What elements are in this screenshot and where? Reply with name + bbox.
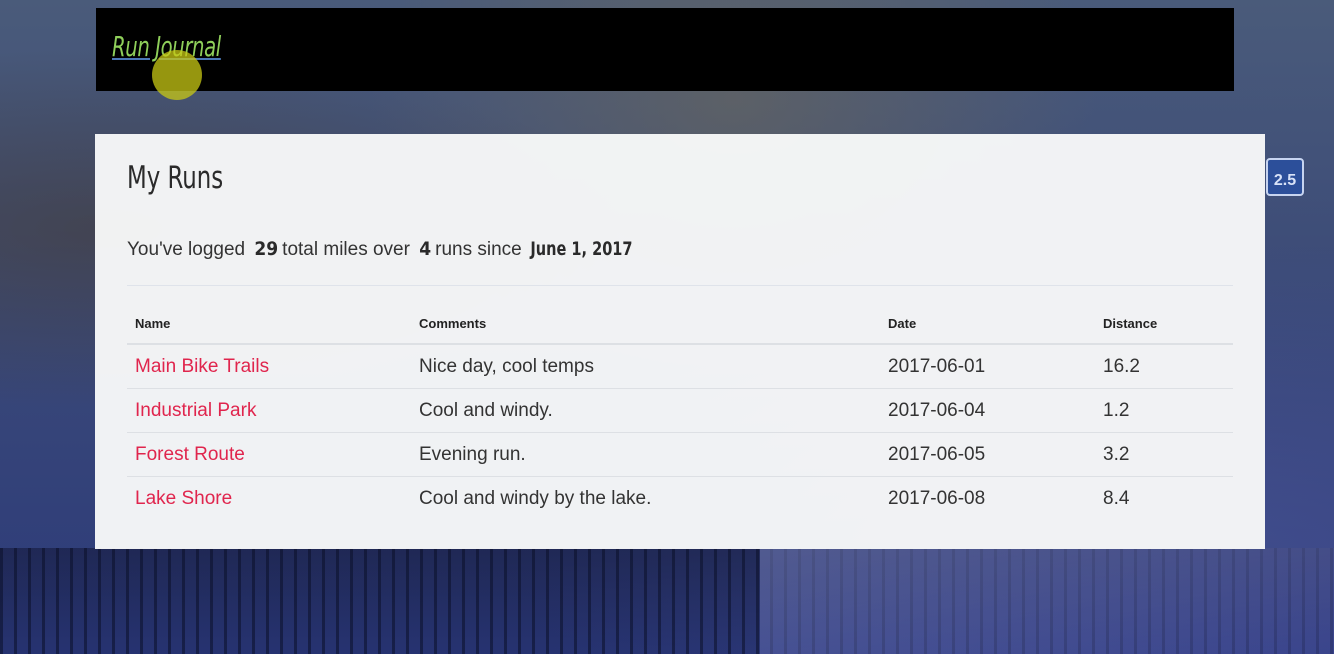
column-header-comments: Comments: [411, 312, 880, 345]
since-date: June 1, 2017: [530, 238, 633, 260]
column-header-name: Name: [127, 312, 411, 345]
column-header-distance: Distance: [1095, 312, 1233, 345]
table-header-row: Name Comments Date Distance: [127, 312, 1233, 345]
run-comments-cell: Cool and windy by the lake.: [419, 487, 652, 509]
table-row: Forest Route Evening run. 2017-06-05 3.2: [127, 432, 1233, 477]
table-row: Industrial Park Cool and windy. 2017-06-…: [127, 388, 1233, 433]
top-navbar: Run Journal: [96, 8, 1234, 91]
run-name-cell: Industrial Park: [127, 388, 411, 433]
run-date-cell: 2017-06-01: [880, 344, 1095, 389]
runs-table: Name Comments Date Distance Main Bike Tr…: [127, 312, 1233, 520]
mile-marker-sign: 2.5: [1266, 158, 1304, 196]
run-distance-cell: 8.4: [1103, 487, 1130, 509]
bridge-railing: [0, 548, 1334, 654]
run-distance-cell: 16.2: [1095, 344, 1233, 389]
run-count: 4: [419, 238, 432, 260]
run-comments-cell: Evening run.: [411, 432, 880, 477]
summary-runs-text: runs since: [435, 239, 522, 260]
run-date-cell: 2017-06-05: [880, 432, 1095, 477]
column-header-date: Date: [880, 312, 1095, 345]
run-name-cell: Main Bike Trails: [127, 344, 411, 389]
table-row: Main Bike Trails Nice day, cool temps 20…: [127, 344, 1233, 389]
section-divider: [127, 285, 1233, 286]
run-distance-cell: 3.2: [1095, 432, 1233, 477]
bridge-walkway: [760, 548, 1334, 654]
run-comments-cell: Cool and windy.: [411, 388, 880, 433]
brand-link[interactable]: Run Journal: [112, 30, 221, 63]
summary-prefix: You've logged: [127, 239, 246, 260]
run-name-cell: Forest Route: [127, 432, 411, 477]
run-date-cell: 2017-06-08: [888, 487, 986, 509]
table-row: Lake Shore Cool and windy by the lake. 2…: [127, 477, 1233, 521]
run-comments-cell: Nice day, cool temps: [411, 344, 880, 389]
run-name-link[interactable]: Forest Route: [135, 444, 245, 465]
runs-panel: My Runs You've logged 29 total miles over…: [95, 134, 1265, 549]
total-miles: 29: [254, 238, 279, 260]
run-name-link[interactable]: Main Bike Trails: [135, 356, 269, 377]
page-title: My Runs: [127, 160, 224, 196]
run-name-link[interactable]: Lake Shore: [135, 488, 232, 509]
run-name-cell: Lake Shore: [127, 477, 411, 521]
summary-miles-text: total miles over: [282, 239, 410, 260]
run-date-cell: 2017-06-04: [880, 388, 1095, 433]
runs-summary: You've logged 29 total miles over 4 runs s…: [127, 238, 651, 261]
run-distance-cell: 1.2: [1095, 388, 1233, 433]
run-name-link[interactable]: Industrial Park: [135, 400, 256, 421]
